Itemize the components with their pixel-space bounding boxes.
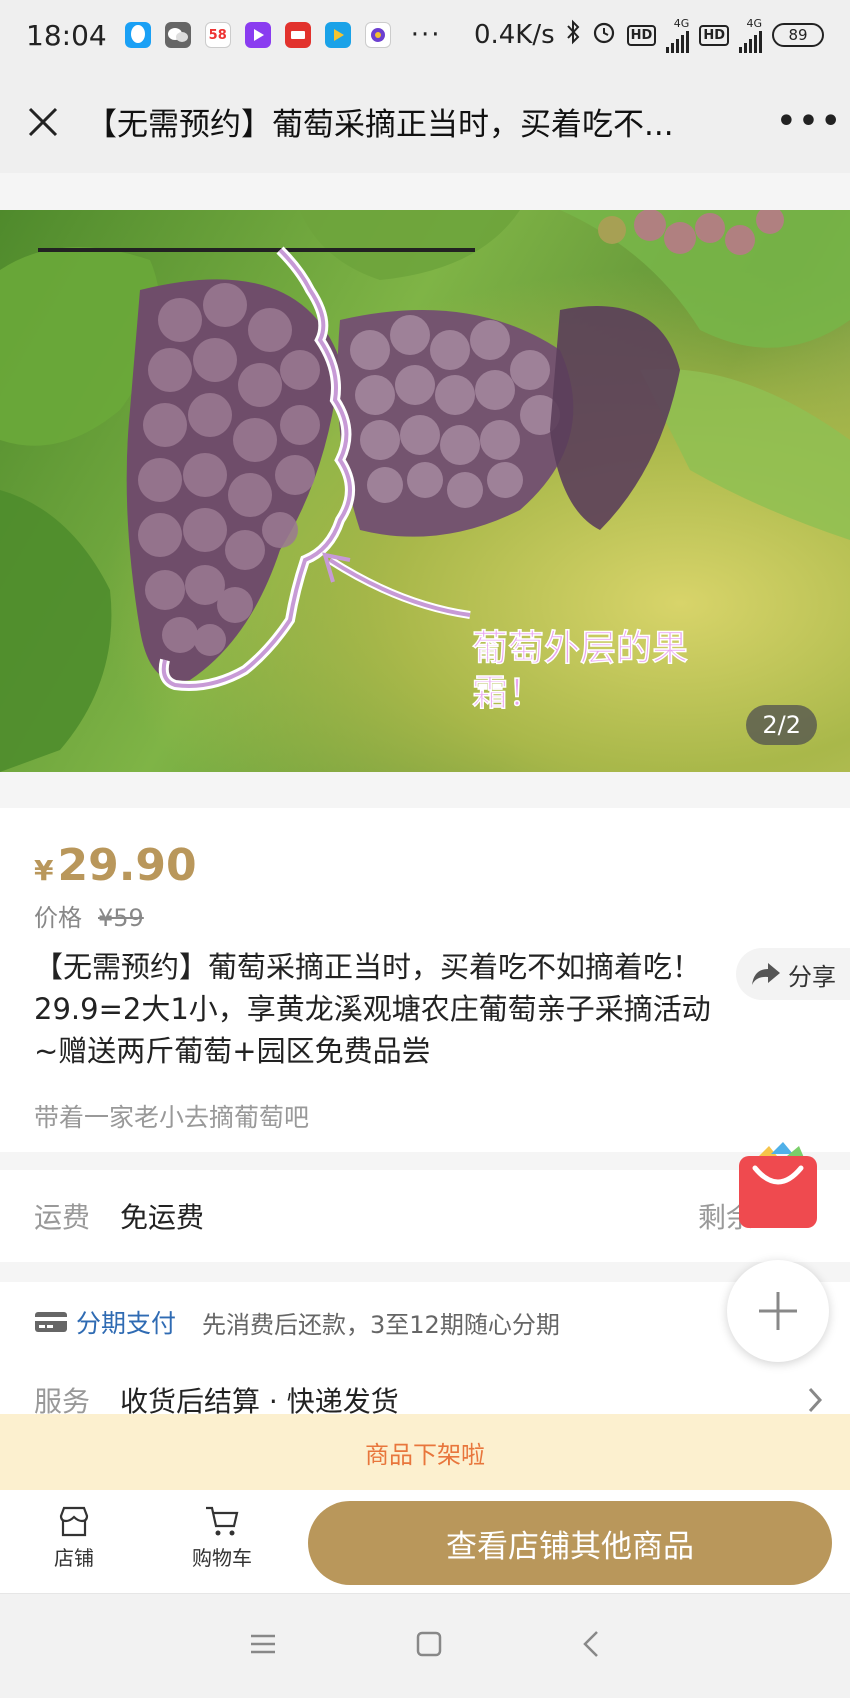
original-price: 价格 ¥59 xyxy=(34,898,144,933)
more-options-button[interactable]: ••• xyxy=(770,70,850,173)
original-price-label: 价格 xyxy=(34,904,82,932)
alarm-icon xyxy=(591,19,617,52)
status-indicators: 0.4K/s HD 4G HD 4G 89 xyxy=(474,18,824,53)
chevron-right-icon xyxy=(808,1387,823,1413)
back-nav-button[interactable] xyxy=(581,1629,601,1663)
close-icon xyxy=(28,107,58,136)
shop-tab[interactable]: 店铺 xyxy=(29,1504,119,1571)
product-image-carousel[interactable]: 葡萄外层的果 霜！ 2/2 xyxy=(0,210,850,772)
original-price-value: ¥59 xyxy=(98,904,144,932)
more-dots-icon: ••• xyxy=(776,104,844,139)
cart-icon xyxy=(206,1506,239,1536)
price-value: 29.90 xyxy=(57,840,197,891)
status-bar: 18:04 58 ··· 0.4K/s HD 4G HD 4G 89 xyxy=(0,0,850,70)
system-nav-bar xyxy=(0,1594,850,1698)
product-subtitle: 带着一家老小去摘葡萄吧 xyxy=(34,1103,310,1132)
bottom-action-bar: 店铺 购物车 查看店铺其他商品 xyxy=(0,1490,850,1594)
close-button[interactable] xyxy=(0,70,86,173)
hd-badge-2: HD xyxy=(699,24,729,46)
credit-card-icon xyxy=(35,1312,67,1332)
off-shelf-notice: 商品下架啦 xyxy=(0,1414,850,1490)
shipping-label: 运费 xyxy=(34,1201,91,1234)
app-58-icon: 58 xyxy=(204,22,231,48)
shop-icon xyxy=(59,1506,89,1537)
floating-add-button[interactable] xyxy=(727,1260,829,1362)
cart-label: 购物车 xyxy=(192,1546,252,1570)
wechat-icon xyxy=(164,22,191,48)
home-square-icon xyxy=(416,1631,442,1657)
net-speed: 0.4K/s xyxy=(473,20,555,50)
menu-icon xyxy=(251,1634,275,1654)
battery-icon: 89 xyxy=(772,23,824,47)
installment-desc: 先消费后还款，3至12期随心分期 xyxy=(202,1310,560,1339)
installment-row[interactable]: 分期支付 先消费后还款，3至12期随心分期 xyxy=(34,1304,560,1340)
installment-label: 分期支付 xyxy=(76,1309,177,1338)
share-label: 分享 xyxy=(788,962,836,991)
currency-symbol: ¥ xyxy=(34,854,54,887)
cart-tab[interactable]: 购物车 xyxy=(177,1504,267,1571)
bluetooth-icon xyxy=(565,19,581,52)
plus-icon xyxy=(759,1292,797,1330)
home-nav-button[interactable] xyxy=(415,1630,443,1662)
shopping-bag-icon xyxy=(739,1142,817,1228)
shipping-value: 免运费 xyxy=(120,1201,205,1234)
floating-shopping-bag-button[interactable] xyxy=(737,1140,819,1234)
payment-service-card: 分期支付 先消费后还款，3至12期随心分期 服务 收货后结算 · 快递发货 xyxy=(0,1282,850,1418)
grape-photo: 葡萄外层的果 霜！ xyxy=(0,210,850,772)
price: ¥ 29.90 xyxy=(34,840,197,891)
signal-icon: 4G xyxy=(666,16,690,53)
product-info-card: ¥ 29.90 价格 ¥59 【无需预约】葡萄采摘正当时，买着吃不如摘着吃！29.… xyxy=(0,808,850,1152)
annotation-line-1: 葡萄外层的果 xyxy=(472,628,688,669)
news-app-icon xyxy=(284,22,311,48)
share-button[interactable]: 分享 xyxy=(736,948,850,1000)
image-pager: 2/2 xyxy=(746,705,817,745)
page-title: 【无需预约】葡萄采摘正当时，买着吃不... xyxy=(86,107,674,143)
browser-app-icon xyxy=(364,22,391,48)
back-icon xyxy=(583,1631,598,1657)
status-time: 18:04 xyxy=(26,18,107,52)
qq-icon xyxy=(124,22,151,48)
title-bar: 【无需预约】葡萄采摘正当时，买着吃不... ••• xyxy=(0,70,850,173)
view-other-products-button[interactable]: 查看店铺其他商品 xyxy=(308,1501,832,1585)
annotation-line-2: 霜！ xyxy=(472,673,544,714)
shipping-row: 运费 免运费 剩余 xyxy=(0,1170,850,1262)
signal-icon-2: 4G xyxy=(739,18,762,53)
network-type-2: 4G xyxy=(746,16,762,30)
network-type: 4G xyxy=(673,16,690,30)
more-notifications-icon: ··· xyxy=(410,20,442,50)
share-icon xyxy=(752,963,780,985)
menu-nav-button[interactable] xyxy=(249,1632,277,1660)
tv-app-icon xyxy=(324,22,351,48)
shop-label: 店铺 xyxy=(54,1546,94,1570)
hd-badge: HD xyxy=(626,24,657,46)
product-title: 【无需预约】葡萄采摘正当时，买着吃不如摘着吃！29.9=2大1小，享黄龙溪观塘农… xyxy=(34,950,711,1068)
video-app-icon xyxy=(244,22,271,48)
